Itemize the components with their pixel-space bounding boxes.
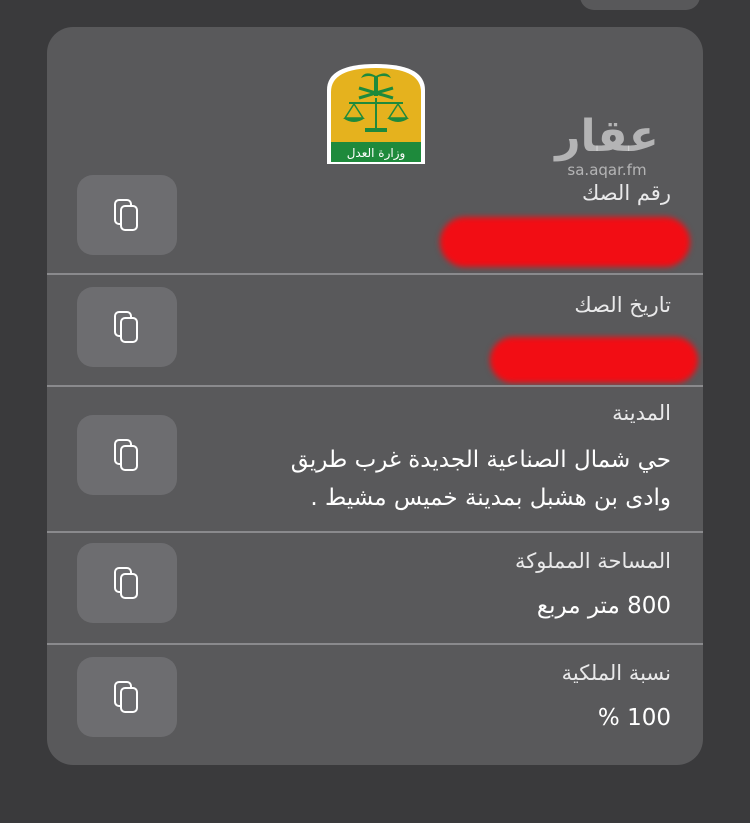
field-label: نسبة الملكية	[561, 661, 671, 685]
deed-info-card: وزارة العدل عقار sa.aqar.fm رقم الصك تار…	[47, 27, 703, 765]
copy-button[interactable]	[77, 287, 177, 367]
ministry-logo: وزارة العدل	[323, 60, 429, 166]
redacted-value	[490, 337, 698, 383]
field-ownership-percentage: نسبة الملكية 100 %	[47, 653, 703, 753]
top-card-edge	[580, 0, 700, 10]
copy-icon	[114, 311, 138, 343]
field-owned-area: المساحة المملوكة 800 متر مربع	[47, 541, 703, 641]
copy-button[interactable]	[77, 543, 177, 623]
divider	[47, 273, 703, 275]
field-value: 800 متر مربع	[536, 593, 671, 619]
divider	[47, 531, 703, 533]
copy-icon	[114, 439, 138, 471]
field-value: 100 %	[597, 705, 671, 731]
field-city: المدينة حي شمال الصناعية الجديدة غرب طري…	[47, 395, 703, 525]
divider	[47, 385, 703, 387]
copy-button[interactable]	[77, 657, 177, 737]
field-value-line-2: وادى بن هشبل بمدينة خميس مشيط .	[310, 485, 671, 511]
copy-icon	[114, 567, 138, 599]
aqar-watermark: عقار sa.aqar.fm	[547, 111, 667, 180]
redacted-value	[440, 217, 690, 267]
copy-button[interactable]	[77, 175, 177, 255]
field-deed-number: رقم الصك	[47, 175, 703, 275]
watermark-name: عقار	[555, 111, 659, 162]
field-value-line-1: حي شمال الصناعية الجديدة غرب طريق	[290, 447, 671, 473]
field-label: المدينة	[612, 401, 671, 425]
svg-text:وزارة العدل: وزارة العدل	[347, 146, 406, 161]
ministry-of-justice-emblem-icon: وزارة العدل	[327, 64, 425, 164]
copy-icon	[114, 199, 138, 231]
field-label: تاريخ الصك	[574, 293, 671, 317]
copy-icon	[114, 681, 138, 713]
field-deed-date: تاريخ الصك	[47, 285, 703, 385]
copy-button[interactable]	[77, 415, 177, 495]
field-label: المساحة المملوكة	[515, 549, 671, 573]
field-label: رقم الصك	[582, 181, 671, 205]
divider	[47, 643, 703, 645]
